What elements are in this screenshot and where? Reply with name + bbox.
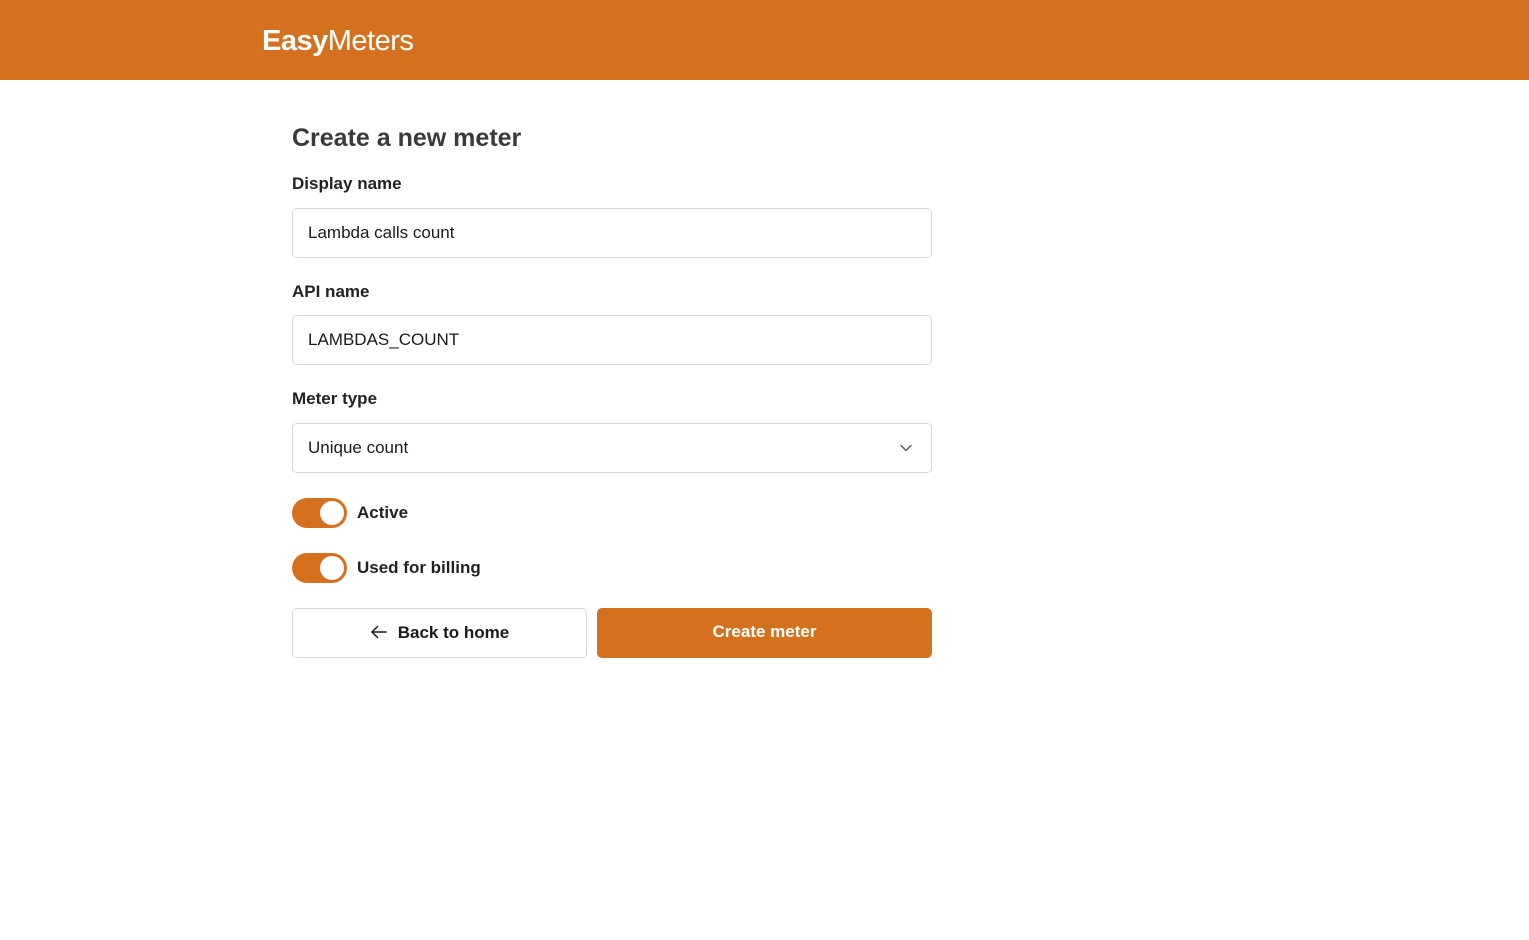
toggle-knob — [320, 501, 344, 525]
meter-type-select[interactable]: Unique count — [292, 423, 932, 473]
back-to-home-button[interactable]: Back to home — [292, 608, 587, 658]
active-toggle[interactable] — [292, 498, 347, 528]
meter-type-selected-value: Unique count — [308, 438, 409, 457]
active-toggle-row: Active — [292, 498, 592, 528]
used-for-billing-toggle[interactable] — [292, 553, 347, 583]
used-for-billing-toggle-label: Used for billing — [357, 558, 481, 577]
display-name-label: Display name — [292, 174, 402, 193]
page-title: Create a new meter — [292, 124, 522, 152]
create-meter-button[interactable]: Create meter — [597, 608, 932, 658]
brand-name-bold: Easy — [262, 25, 328, 57]
meter-type-label: Meter type — [292, 389, 378, 408]
active-toggle-label: Active — [357, 503, 409, 522]
display-name-input[interactable] — [292, 208, 932, 258]
create-meter-label: Create meter — [712, 622, 817, 641]
arrow-left-icon — [371, 625, 387, 639]
api-name-label: API name — [292, 282, 370, 301]
toggle-knob — [320, 556, 344, 580]
back-to-home-label: Back to home — [397, 623, 510, 642]
brand-name-light: Meters — [327, 25, 414, 57]
top-navbar: EasyMeters — [0, 0, 1529, 80]
api-name-input[interactable] — [292, 315, 932, 365]
chevron-down-icon — [900, 444, 912, 452]
billing-toggle-row: Used for billing — [292, 553, 592, 583]
brand-logo[interactable]: EasyMeters — [262, 24, 414, 58]
